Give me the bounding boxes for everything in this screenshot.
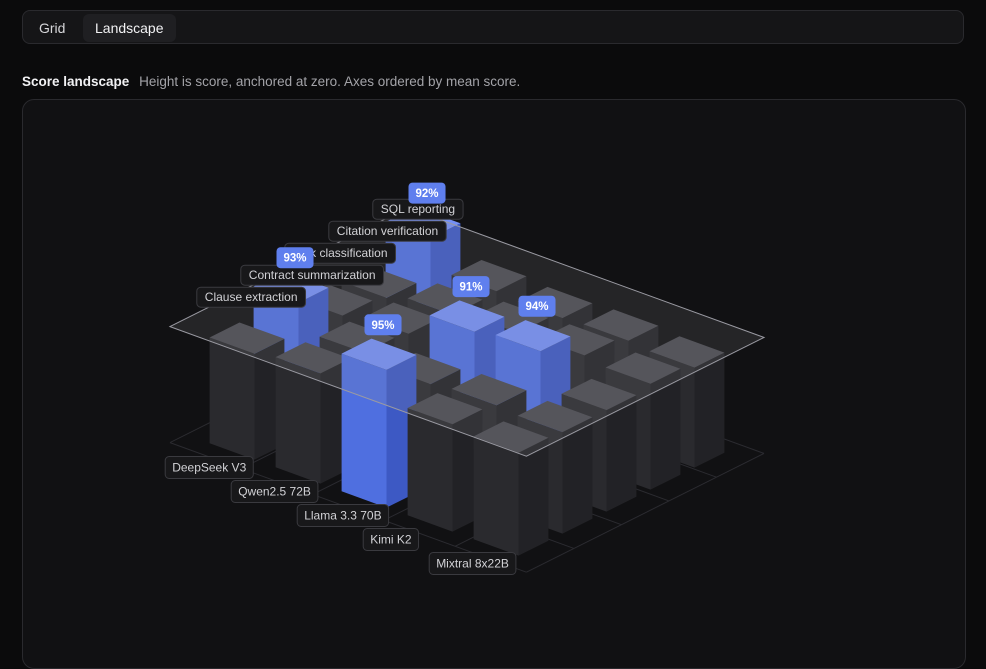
row-label-text: Contract summarization xyxy=(249,268,376,282)
column-label: Llama 3.3 70B xyxy=(296,504,390,527)
row-label-text: Clause extraction xyxy=(205,290,298,304)
column-label-text: Qwen2.5 72B xyxy=(238,485,311,499)
column-label: DeepSeek V3 xyxy=(164,456,254,479)
column-label: Qwen2.5 72B xyxy=(230,480,319,503)
row-label: Contract summarization xyxy=(240,264,385,286)
value-label-text: 94% xyxy=(526,301,549,313)
value-label-text: 91% xyxy=(460,282,483,294)
landscape-chart[interactable]: Clause extractionContract summarizationR… xyxy=(23,100,966,669)
bar-front xyxy=(473,436,519,556)
column-label: Mixtral 8x22B xyxy=(428,552,517,575)
section-subtitle: Height is score, anchored at zero. Axes … xyxy=(139,74,521,89)
value-label-text: 95% xyxy=(372,320,395,332)
view-tabs: Grid Landscape xyxy=(22,10,964,44)
section-heading: Score landscape Height is score, anchore… xyxy=(22,72,520,92)
column-label-text: Mixtral 8x22B xyxy=(436,557,509,571)
value-label: 92% xyxy=(408,182,446,204)
value-label: 91% xyxy=(452,276,490,298)
row-label: Citation verification xyxy=(328,220,447,242)
column-label: Kimi K2 xyxy=(362,528,420,551)
column-label-text: DeepSeek V3 xyxy=(172,461,246,475)
value-label-text: 92% xyxy=(416,188,439,200)
value-label-text: 93% xyxy=(284,253,307,265)
column-label-text: Kimi K2 xyxy=(370,533,412,547)
section-title: Score landscape xyxy=(22,74,130,89)
row-label: Clause extraction xyxy=(196,286,307,308)
tab-landscape[interactable]: Landscape xyxy=(83,14,176,42)
column-label-text: Llama 3.3 70B xyxy=(304,509,381,523)
chart-panel[interactable]: Clause extraction Contract summarization R… xyxy=(22,99,966,669)
row-label-text: SQL reporting xyxy=(381,202,455,216)
value-label: 94% xyxy=(518,295,556,317)
value-label: 95% xyxy=(364,314,402,336)
tab-grid[interactable]: Grid xyxy=(27,14,77,42)
bar-front xyxy=(209,337,255,460)
value-label: 93% xyxy=(276,247,314,269)
row-label-text: Citation verification xyxy=(337,224,438,238)
